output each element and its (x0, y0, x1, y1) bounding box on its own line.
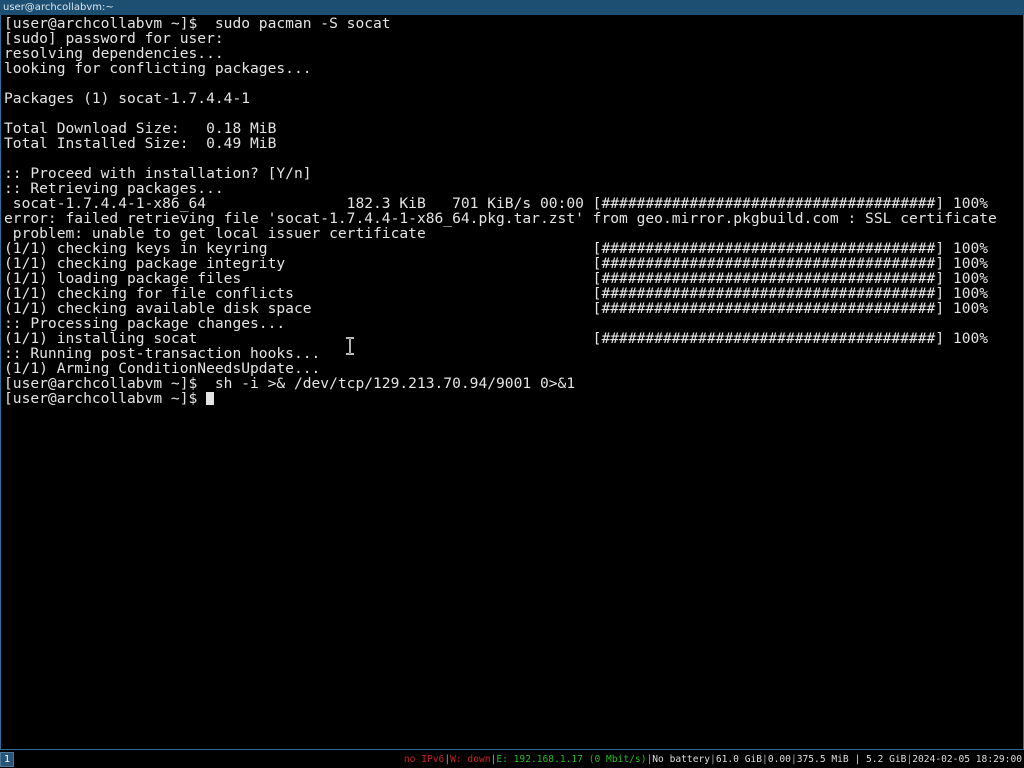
terminal-line: problem: unable to get local issuer cert… (4, 225, 426, 242)
status-item: No battery (652, 754, 711, 765)
terminal-line: :: Proceed with installation? [Y/n] (4, 165, 312, 182)
terminal-line: Packages (1) socat-1.7.4.4-1 (4, 90, 251, 107)
status-items: no IPv6 | W: down | E: 192.168.1.17 (0 Mbit/… (404, 751, 1022, 768)
terminal-line: (1/1) checking for file conflicts [#####… (4, 285, 989, 302)
terminal-line: (1/1) loading package files [###########… (4, 270, 989, 287)
terminal-line: (1/1) checking available disk space [###… (4, 300, 989, 317)
terminal-cursor (206, 392, 215, 405)
terminal-line: looking for conflicting packages... (4, 60, 312, 77)
window-title: user@archcollabvm:~ (3, 2, 114, 13)
terminal-line: (1/1) Arming ConditionNeedsUpdate... (4, 360, 321, 377)
status-item: 375.5 MiB | 5.2 GiB (796, 754, 907, 765)
status-bar: 1 no IPv6 | W: down | E: 192.168.1.17 (0 Mbi… (0, 751, 1024, 768)
terminal-line: Total Download Size: 0.18 MiB (4, 120, 277, 137)
terminal-line: [user@archcollabvm ~]$ sudo pacman -S so… (4, 15, 391, 32)
terminal-line: :: Retrieving packages... (4, 180, 224, 197)
terminal-line: (1/1) checking package integrity [######… (4, 255, 989, 272)
terminal-line: (1/1) checking keys in keyring [########… (4, 240, 989, 257)
terminal-line: (1/1) installing socat [################… (4, 330, 989, 347)
terminal-line: Total Installed Size: 0.49 MiB (4, 135, 277, 152)
workspace-button[interactable]: 1 (0, 752, 14, 767)
window-titlebar[interactable]: user@archcollabvm:~ (0, 0, 1024, 15)
terminal-output: [user@archcollabvm ~]$ sudo pacman -S so… (4, 16, 997, 406)
status-item: 2024-02-05 18:29:00 (912, 754, 1022, 765)
terminal-line: socat-1.7.4.4-1-x86_64 182.3 KiB 701 KiB… (4, 195, 989, 212)
text-cursor-icon (346, 337, 354, 355)
terminal-line: [sudo] password for user: (4, 30, 224, 47)
status-item: E: 192.168.1.17 (0 Mbit/s) (496, 754, 647, 765)
desktop: user@archcollabvm:~ [user@archcollabvm ~… (0, 0, 1024, 768)
terminal-prompt-line: [user@archcollabvm ~]$ (4, 391, 997, 406)
terminal-window[interactable]: [user@archcollabvm ~]$ sudo pacman -S so… (0, 15, 1024, 750)
status-item: 0.00 (767, 754, 791, 765)
shell-prompt: [user@archcollabvm ~]$ (4, 390, 207, 407)
status-item: 61.0 GiB (715, 754, 763, 765)
terminal-line: error: failed retrieving file 'socat-1.7… (4, 210, 997, 227)
status-item: no IPv6 (403, 754, 445, 765)
terminal-line: [user@archcollabvm ~]$ sh -i >& /dev/tcp… (4, 375, 576, 392)
terminal-line: :: Running post-transaction hooks... (4, 345, 321, 362)
terminal-line: :: Processing package changes... (4, 315, 286, 332)
terminal-line: resolving dependencies... (4, 45, 224, 62)
status-item: W: down (450, 754, 491, 765)
